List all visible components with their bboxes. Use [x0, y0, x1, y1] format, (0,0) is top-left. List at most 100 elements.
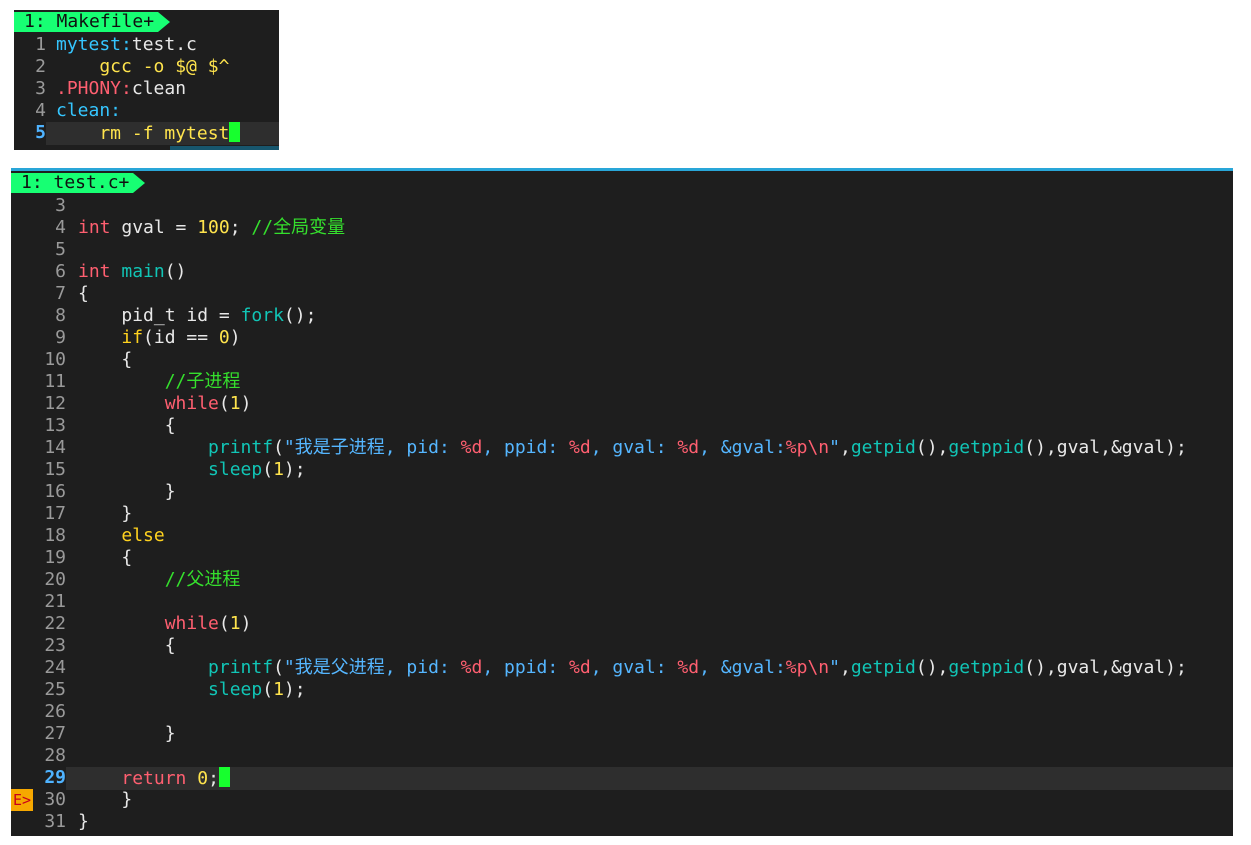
code-line[interactable]: 27 }	[11, 723, 1233, 745]
code-token: %d	[569, 437, 591, 458]
code-line[interactable]: 19 {	[11, 547, 1233, 569]
code-line[interactable]: 22 while(1)	[11, 613, 1233, 635]
line-number: 1	[35, 34, 46, 55]
code-text[interactable]: printf("我是父进程, pid: %d, ppid: %d, gval: …	[66, 657, 1187, 679]
code-text[interactable]: //子进程	[66, 371, 241, 393]
code-text[interactable]: clean:	[46, 100, 121, 122]
code-line[interactable]: 21	[11, 591, 1233, 613]
code-token: //父进程	[164, 569, 241, 590]
code-text[interactable]: gcc -o $@ $^	[46, 56, 229, 78]
line-number: 15	[44, 459, 66, 480]
code-text[interactable]: if(id == 0)	[66, 327, 240, 349]
code-line[interactable]: 9 if(id == 0)	[11, 327, 1233, 349]
code-text[interactable]: return 0;	[66, 767, 1233, 790]
line-number: 23	[44, 635, 66, 656]
sign-column	[11, 371, 33, 393]
sign-column	[11, 635, 33, 657]
code-token: else	[121, 525, 165, 546]
sign-column	[11, 525, 33, 547]
code-line[interactable]: 25 sleep(1);	[11, 679, 1233, 701]
code-token: }	[78, 789, 133, 810]
test-c-code-area[interactable]: 3 4 int gval = 100; //全局变量 5 6 int main() 7{8 …	[11, 195, 1233, 833]
code-token: 0	[218, 327, 230, 348]
code-text[interactable]: {	[66, 635, 176, 657]
code-token: .PHONY:	[56, 78, 132, 99]
code-token: clean:	[56, 100, 122, 121]
code-line[interactable]: 10 {	[11, 349, 1233, 371]
code-line[interactable]: 12 while(1)	[11, 393, 1233, 415]
code-text[interactable]: }	[66, 811, 89, 833]
code-text[interactable]: while(1)	[66, 393, 252, 415]
code-text[interactable]: mytest:test.c	[46, 34, 197, 56]
code-token: , ppid:	[482, 437, 570, 458]
code-line[interactable]: 5 rm -f mytest	[14, 122, 279, 145]
code-line[interactable]: 1 mytest:test.c	[14, 34, 279, 56]
code-line[interactable]: 13 {	[11, 415, 1233, 437]
code-text[interactable]: .PHONY:clean	[46, 78, 186, 100]
error-sign-icon[interactable]: E>	[11, 789, 33, 811]
code-line[interactable]: 4 int gval = 100; //全局变量	[11, 217, 1233, 239]
code-token: {	[78, 283, 89, 304]
code-line[interactable]: 3	[11, 195, 1233, 217]
code-line[interactable]: 8 pid_t id = fork();	[11, 305, 1233, 327]
code-text[interactable]: sleep(1);	[66, 459, 306, 481]
code-line[interactable]: 3 .PHONY:clean	[14, 78, 279, 100]
code-line[interactable]: 7{	[11, 283, 1233, 305]
code-line[interactable]: 26	[11, 701, 1233, 723]
code-text[interactable]: printf("我是子进程, pid: %d, ppid: %d, gval: …	[66, 437, 1187, 459]
code-text[interactable]: {	[66, 547, 132, 569]
code-text[interactable]: {	[66, 283, 89, 305]
code-line[interactable]: 5	[11, 239, 1233, 261]
code-line[interactable]: 2 gcc -o $@ $^	[14, 56, 279, 78]
sign-column	[11, 349, 33, 371]
code-text[interactable]: }	[66, 789, 132, 811]
code-line[interactable]: 17 }	[11, 503, 1233, 525]
code-text[interactable]: }	[66, 481, 176, 503]
code-token: main	[121, 261, 165, 282]
code-token: , gval:	[590, 657, 678, 678]
code-token: getpid	[850, 657, 916, 678]
code-line[interactable]: 16 }	[11, 481, 1233, 503]
code-line[interactable]: 6 int main()	[11, 261, 1233, 283]
sign-column	[11, 569, 33, 591]
code-text[interactable]: }	[66, 723, 176, 745]
code-text[interactable]: {	[66, 415, 176, 437]
code-line[interactable]: 28	[11, 745, 1233, 767]
code-line[interactable]: 23 {	[11, 635, 1233, 657]
code-line[interactable]: 29 return 0;	[11, 767, 1233, 790]
tab-test-c[interactable]: 1: test.c+	[11, 173, 146, 193]
code-token: {	[78, 415, 176, 436]
code-token: (),gval,&gval);	[1024, 657, 1187, 678]
code-line[interactable]: 20 //父进程	[11, 569, 1233, 591]
code-text[interactable]: pid_t id = fork();	[66, 305, 316, 327]
code-text[interactable]: //父进程	[66, 569, 241, 591]
code-text[interactable]: while(1)	[66, 613, 252, 635]
line-number: 3	[55, 195, 66, 216]
code-token: gcc -o	[56, 56, 176, 77]
code-token: ();	[283, 305, 317, 326]
makefile-code-area[interactable]: 1 mytest:test.c 2 gcc -o $@ $^ 3 .PHONY:clea…	[14, 34, 279, 145]
code-text[interactable]: sleep(1);	[66, 679, 306, 701]
code-text[interactable]: else	[66, 525, 165, 547]
code-line[interactable]: 31}	[11, 811, 1233, 833]
code-text[interactable]: }	[66, 503, 132, 525]
code-line[interactable]: 14 printf("我是子进程, pid: %d, ppid: %d, gva…	[11, 437, 1233, 459]
code-line[interactable]: 18 else	[11, 525, 1233, 547]
code-text[interactable]: int main()	[66, 261, 186, 283]
test-c-editor-pane[interactable]: 1: test.c+ 3 4 int gval = 100; //全局变量 5 6 int…	[11, 171, 1233, 836]
code-token: printf	[208, 437, 274, 458]
code-text[interactable]: rm -f mytest	[46, 122, 279, 145]
line-number: 29	[44, 767, 66, 788]
tab-makefile[interactable]: 1: Makefile+	[14, 12, 171, 32]
code-line[interactable]: 24 printf("我是父进程, pid: %d, ppid: %d, gva…	[11, 657, 1233, 679]
code-line[interactable]: E> 30 }	[11, 789, 1233, 811]
code-line[interactable]: 4 clean:	[14, 100, 279, 122]
code-text[interactable]: int gval = 100; //全局变量	[66, 217, 345, 239]
code-line[interactable]: 15 sleep(1);	[11, 459, 1233, 481]
code-line[interactable]: 11 //子进程	[11, 371, 1233, 393]
makefile-editor-pane[interactable]: 1: Makefile+ 1 mytest:test.c 2 gcc -o $@ $…	[14, 10, 279, 150]
code-text[interactable]: {	[66, 349, 132, 371]
